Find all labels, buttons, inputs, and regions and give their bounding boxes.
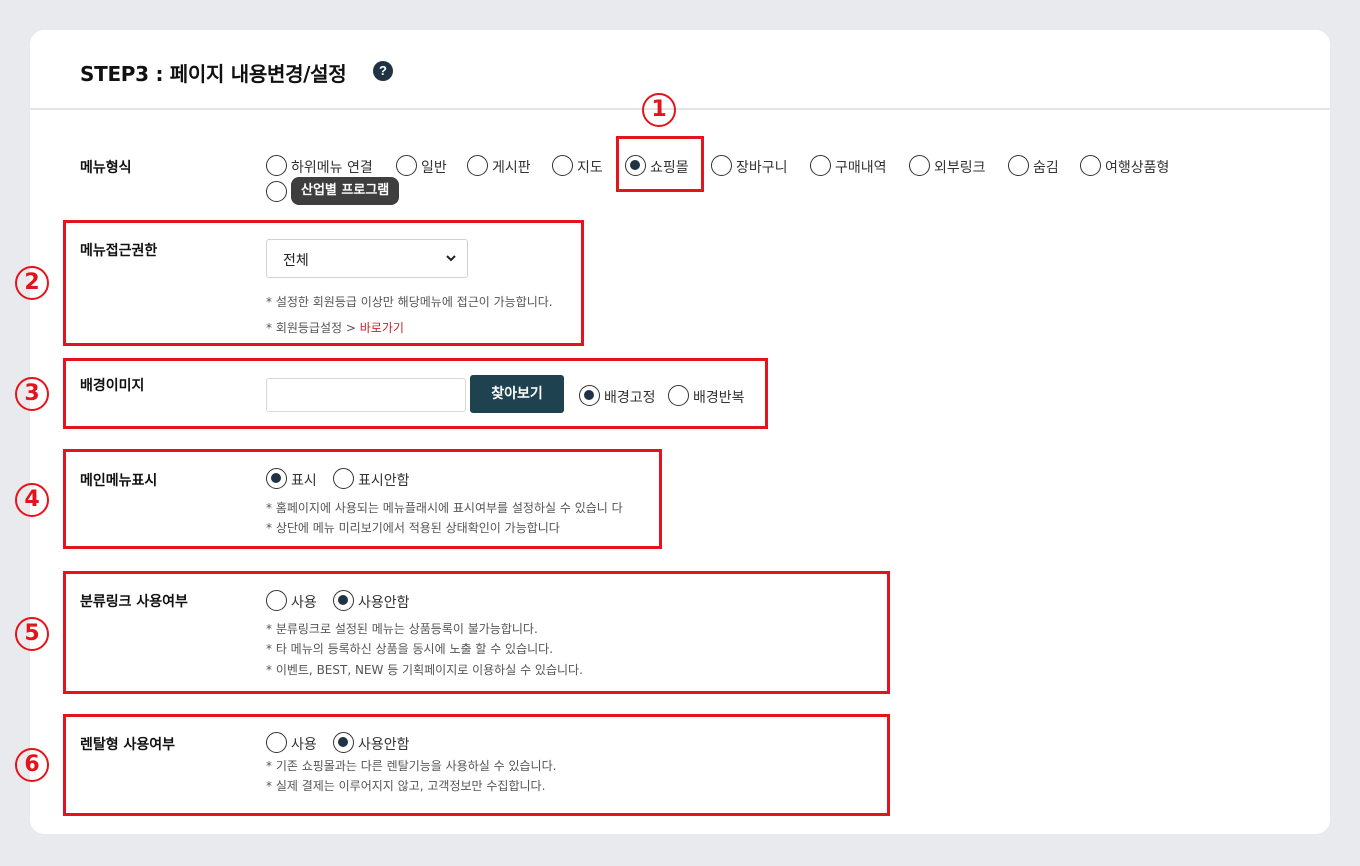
annotation-box-5	[63, 571, 890, 694]
radio-label-hidden: 숨김	[1033, 160, 1059, 176]
annotation-number-2: 2	[15, 266, 49, 300]
radio-label-external-link: 외부링크	[934, 160, 986, 176]
radio-board[interactable]	[467, 155, 488, 176]
annotation-box-3	[63, 358, 768, 429]
menu-type-label: 메뉴형식	[80, 160, 132, 176]
card-header: STEP3 : 페이지 내용변경/설정 ?	[30, 30, 1330, 110]
radio-label-map: 지도	[577, 160, 603, 176]
radio-general[interactable]	[396, 155, 417, 176]
radio-hidden[interactable]	[1008, 155, 1029, 176]
annotation-number-3: 3	[15, 377, 49, 411]
radio-external-link[interactable]	[909, 155, 930, 176]
radio-label-cart: 장바구니	[736, 160, 788, 176]
radio-industry-program[interactable]	[266, 181, 287, 202]
radio-submenu-link[interactable]	[266, 155, 287, 176]
industry-program-tooltip: 산업별 프로그램	[291, 177, 400, 205]
help-icon[interactable]: ?	[373, 61, 393, 81]
annotation-box-1	[616, 136, 704, 192]
radio-map[interactable]	[552, 155, 573, 176]
radio-label-purchase-history: 구매내역	[835, 160, 887, 176]
annotation-box-6	[63, 714, 890, 816]
annotation-box-2	[63, 220, 584, 346]
radio-travel-product[interactable]	[1080, 155, 1101, 176]
radio-cart[interactable]	[711, 155, 732, 176]
radio-label-travel-product: 여행상품형	[1105, 160, 1170, 176]
annotation-box-4	[63, 449, 662, 549]
annotation-number-5: 5	[15, 617, 49, 651]
page-title: STEP3 : 페이지 내용변경/설정	[80, 62, 347, 86]
radio-label-board: 게시판	[492, 160, 531, 176]
annotation-number-4: 4	[15, 483, 49, 517]
annotation-number-1: 1	[642, 93, 676, 127]
annotation-number-6: 6	[15, 748, 49, 782]
radio-purchase-history[interactable]	[810, 155, 831, 176]
radio-label-general: 일반	[421, 160, 447, 176]
radio-label-submenu-link: 하위메뉴 연결	[291, 160, 373, 176]
